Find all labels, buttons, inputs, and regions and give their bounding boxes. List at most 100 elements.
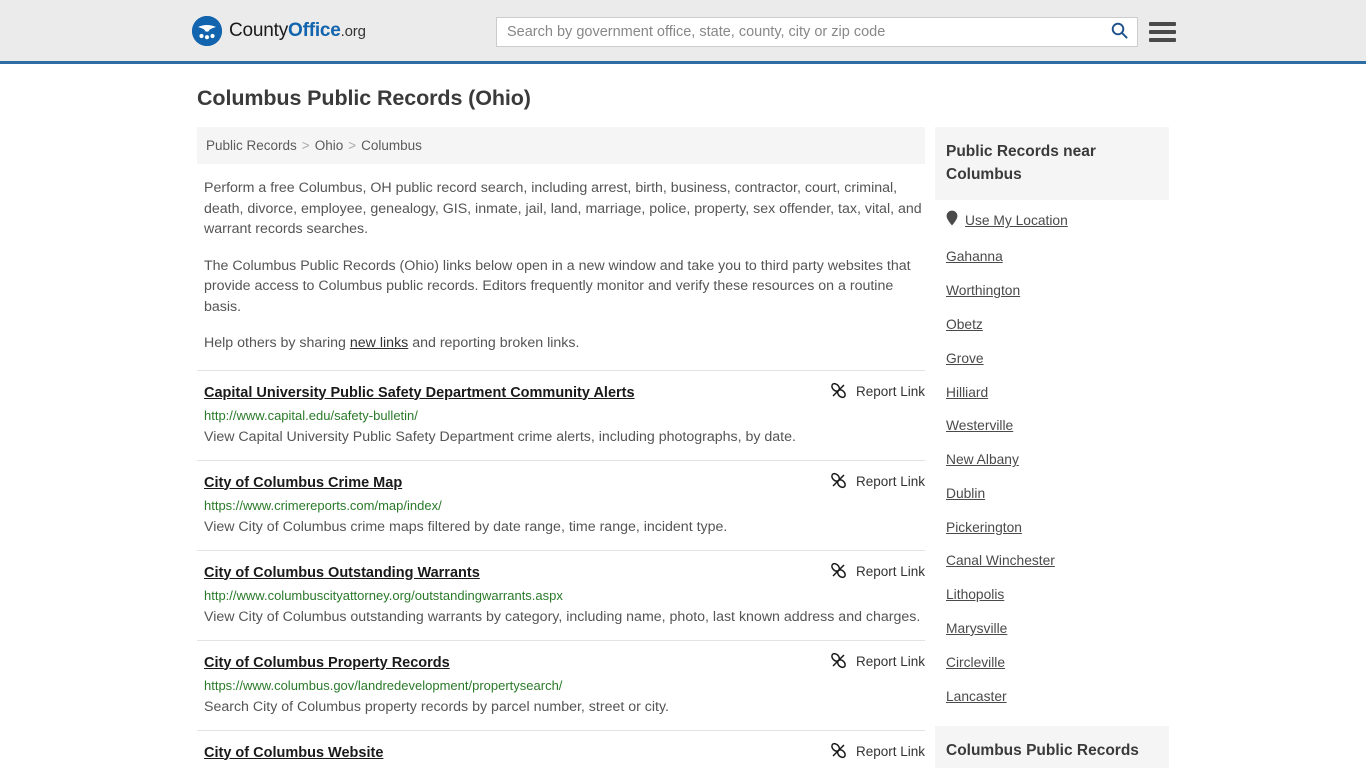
sidebar-item-city[interactable]: Worthington bbox=[935, 274, 1169, 308]
sidebar-item-city[interactable]: Grove bbox=[935, 341, 1169, 375]
hamburger-menu-icon-bar2 bbox=[1149, 30, 1176, 34]
city-link[interactable]: Gahanna bbox=[935, 240, 1003, 274]
city-link[interactable]: Westerville bbox=[935, 409, 1013, 443]
sidebar-item-city[interactable]: New Albany bbox=[935, 443, 1169, 477]
result-title[interactable]: City of Columbus Crime Map bbox=[204, 475, 402, 491]
city-link[interactable]: New Albany bbox=[935, 443, 1019, 477]
city-link[interactable]: Pickerington bbox=[935, 510, 1022, 544]
report-link-button[interactable]: Report Link bbox=[830, 472, 925, 492]
search-button[interactable] bbox=[1101, 18, 1137, 46]
city-link[interactable]: Obetz bbox=[935, 308, 983, 342]
city-link[interactable]: Grove bbox=[935, 341, 984, 375]
result-title[interactable]: Capital University Public Safety Departm… bbox=[204, 385, 635, 401]
result-description: View City of Columbus outstanding warran… bbox=[204, 608, 921, 625]
result-title[interactable]: City of Columbus Property Records bbox=[204, 655, 450, 671]
eagle-shield-logo-icon bbox=[192, 15, 222, 46]
result-description: View City of Columbus crime maps filtere… bbox=[204, 518, 728, 535]
report-link-label: Report Link bbox=[855, 564, 925, 579]
city-link[interactable]: Hilliard bbox=[935, 375, 988, 409]
city-link[interactable]: Dublin bbox=[935, 476, 985, 510]
site-logo[interactable]: CountyOffice.org bbox=[192, 15, 366, 46]
report-link-label: Report Link bbox=[855, 744, 925, 759]
use-my-location-link[interactable]: Use My Location bbox=[965, 213, 1068, 228]
sidebar-panel-nearby: Public Records near Columbus Use My Loca… bbox=[935, 127, 1169, 713]
sidebar: Public Records near Columbus Use My Loca… bbox=[935, 127, 1169, 768]
sidebar-item-city[interactable]: Obetz bbox=[935, 308, 1169, 342]
logo-wordmark: CountyOffice.org bbox=[229, 20, 366, 42]
search-input[interactable] bbox=[497, 18, 1101, 46]
sidebar-item-use-my-location[interactable]: Use My Location bbox=[935, 200, 1169, 240]
intro-paragraph-2: The Columbus Public Records (Ohio) links… bbox=[204, 257, 911, 315]
breadcrumb-item-columbus[interactable]: Columbus bbox=[361, 138, 422, 153]
report-link-label: Report Link bbox=[855, 654, 925, 669]
sidebar-item-city[interactable]: Gahanna bbox=[935, 240, 1169, 274]
sidebar-item-city[interactable]: Lancaster bbox=[935, 679, 1169, 713]
broken-link-icon bbox=[830, 382, 847, 402]
result-url[interactable]: https://www.crimereports.com/map/index/ bbox=[204, 498, 925, 513]
search-icon bbox=[1111, 22, 1128, 42]
result-item: City of Columbus Outstanding Warrants ht… bbox=[197, 549, 925, 640]
page-title: Columbus Public Records (Ohio) bbox=[197, 86, 531, 110]
logo-text-office: Office bbox=[288, 19, 341, 41]
help-suffix: and reporting broken links. bbox=[408, 335, 580, 351]
sidebar-panel-heading: Columbus Public Records bbox=[935, 725, 1169, 768]
sidebar-item-city[interactable]: Canal Winchester bbox=[935, 544, 1169, 578]
sidebar-panel-heading: Public Records near Columbus bbox=[935, 127, 1169, 200]
hamburger-menu-icon-bar3 bbox=[1149, 38, 1176, 42]
result-title[interactable]: City of Columbus Website bbox=[204, 745, 383, 761]
result-title[interactable]: City of Columbus Outstanding Warrants bbox=[204, 565, 480, 581]
logo-text-county: County bbox=[229, 19, 289, 41]
result-item: Capital University Public Safety Departm… bbox=[197, 369, 925, 460]
report-link-label: Report Link bbox=[855, 474, 925, 489]
city-link[interactable]: Lancaster bbox=[935, 679, 1007, 713]
hamburger-menu-button[interactable] bbox=[1149, 19, 1176, 45]
broken-link-icon bbox=[830, 742, 847, 762]
breadcrumb: Public Records > Ohio > Columbus bbox=[197, 127, 925, 164]
result-item: City of Columbus Crime Map https://www.c… bbox=[197, 459, 925, 550]
map-pin-icon bbox=[946, 210, 958, 231]
sidebar-item-city[interactable]: Hilliard bbox=[935, 375, 1169, 409]
broken-link-icon bbox=[830, 472, 847, 492]
breadcrumb-separator: > bbox=[348, 138, 357, 153]
city-link[interactable]: Marysville bbox=[935, 612, 1007, 646]
city-link[interactable]: Canal Winchester bbox=[935, 544, 1055, 578]
report-link-button[interactable]: Report Link bbox=[830, 382, 925, 402]
sidebar-item-city[interactable]: Dublin bbox=[935, 476, 1169, 510]
city-link[interactable]: Worthington bbox=[935, 274, 1020, 308]
report-link-button[interactable]: Report Link bbox=[830, 562, 925, 582]
main-content: Public Records > Ohio > Columbus Perform a f… bbox=[197, 127, 925, 768]
sidebar-city-list: Use My Location Gahanna Worthington Obet… bbox=[935, 200, 1169, 713]
sidebar-item-city[interactable]: Westerville bbox=[935, 409, 1169, 443]
broken-link-icon bbox=[830, 652, 847, 672]
result-description: View Capital University Public Safety De… bbox=[204, 428, 796, 445]
logo-text-org: .org bbox=[340, 22, 366, 40]
result-url[interactable]: https://www.columbus.gov/landredevelopme… bbox=[204, 678, 925, 693]
hamburger-menu-icon bbox=[1149, 22, 1176, 26]
breadcrumb-item-ohio[interactable]: Ohio bbox=[315, 138, 344, 153]
result-description: Search City of Columbus property records… bbox=[204, 698, 669, 715]
result-item: City of Columbus Website Report Link bbox=[197, 729, 925, 768]
result-url[interactable]: http://www.columbuscityattorney.org/outs… bbox=[204, 588, 925, 603]
intro-help-line: Help others by sharing new links and rep… bbox=[204, 333, 925, 354]
site-header: CountyOffice.org bbox=[0, 0, 1366, 64]
sidebar-item-city[interactable]: Lithopolis bbox=[935, 578, 1169, 612]
report-link-button[interactable]: Report Link bbox=[830, 742, 925, 762]
intro-text: Perform a free Columbus, OH public recor… bbox=[197, 178, 925, 354]
help-prefix: Help others by sharing bbox=[204, 335, 350, 351]
result-item: City of Columbus Property Records https:… bbox=[197, 639, 925, 730]
city-link[interactable]: Lithopolis bbox=[935, 578, 1004, 612]
sidebar-item-city[interactable]: Marysville bbox=[935, 612, 1169, 646]
broken-link-icon bbox=[830, 562, 847, 582]
city-link[interactable]: Circleville bbox=[935, 645, 1005, 679]
search-bar bbox=[496, 17, 1138, 47]
content-columns: Public Records > Ohio > Columbus Perform a f… bbox=[197, 127, 1366, 768]
sidebar-panel-columbus-records: Columbus Public Records bbox=[935, 725, 1169, 768]
sidebar-item-city[interactable]: Circleville bbox=[935, 645, 1169, 679]
new-links-link[interactable]: new links bbox=[350, 335, 408, 351]
breadcrumb-item-public-records[interactable]: Public Records bbox=[206, 138, 297, 153]
report-link-button[interactable]: Report Link bbox=[830, 652, 925, 672]
result-url[interactable]: http://www.capital.edu/safety-bulletin/ bbox=[204, 408, 925, 423]
intro-paragraph-1: Perform a free Columbus, OH public recor… bbox=[204, 180, 922, 237]
sidebar-item-city[interactable]: Pickerington bbox=[935, 510, 1169, 544]
report-link-label: Report Link bbox=[855, 384, 925, 399]
